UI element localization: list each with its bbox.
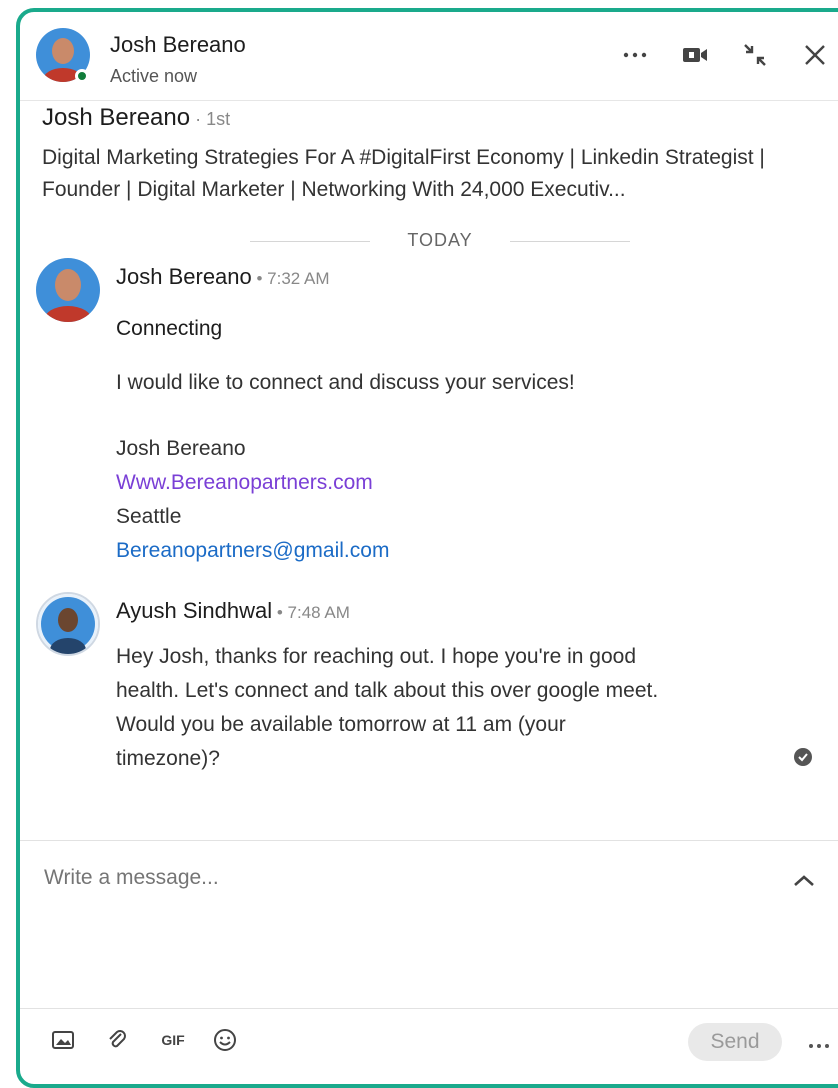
message-subject: Connecting (116, 317, 223, 340)
contact-status: Active now (110, 66, 198, 86)
online-status-dot (75, 69, 89, 83)
emoji-icon[interactable] (212, 1027, 238, 1053)
date-divider: TODAY (230, 230, 650, 252)
attachment-icon[interactable] (104, 1027, 130, 1053)
message-time: • 7:32 AM (251, 269, 330, 288)
message-time: • 7:48 AM (272, 603, 350, 622)
signature-website-link[interactable]: Www.Bereanopartners.com (116, 466, 736, 500)
message-input[interactable] (42, 865, 726, 891)
message-text-line: timezone)? (116, 747, 220, 770)
sender-name[interactable]: Ayush Sindhwal (116, 598, 272, 623)
message-text-line: Hey Josh, thanks for reaching out. I hop… (116, 645, 636, 668)
image-attach-icon[interactable] (50, 1027, 76, 1053)
chat-header[interactable]: Josh Bereano Active now (20, 12, 838, 101)
profile-name[interactable]: Josh Bereano (42, 104, 190, 131)
minimize-icon[interactable] (742, 42, 768, 68)
divider-line-right (510, 241, 630, 242)
send-button[interactable]: Send (688, 1023, 782, 1061)
message-header: Josh Bereano • 7:32 AM (116, 264, 330, 290)
sender-avatar[interactable] (36, 592, 100, 656)
signature-email-link[interactable]: Bereanopartners@gmail.com (116, 534, 736, 568)
message-body: Hey Josh, thanks for reaching out. I hop… (116, 640, 736, 776)
signature-city: Seattle (116, 505, 182, 528)
sender-name[interactable]: Josh Bereano (116, 264, 252, 289)
compose-toolbar: GIF Send (20, 1008, 838, 1079)
profile-card[interactable]: Josh Bereano · 1st Digital Marketing Str… (42, 104, 822, 206)
gif-icon[interactable]: GIF (156, 1027, 190, 1053)
compose-area[interactable] (20, 840, 838, 1011)
message-body: Connecting I would like to connect and d… (116, 312, 736, 568)
more-options-icon[interactable] (622, 42, 648, 68)
chat-window: Josh Bereano Active now Josh Bereano · 1… (16, 8, 838, 1088)
read-receipt-icon (794, 748, 812, 766)
close-icon[interactable] (802, 42, 828, 68)
expand-compose-icon[interactable] (792, 869, 816, 893)
connection-degree: · 1st (190, 109, 231, 129)
message-text-line: Would you be available tomorrow at 11 am… (116, 713, 566, 736)
sender-avatar[interactable] (36, 258, 100, 322)
profile-headline: Digital Marketing Strategies For A #Digi… (42, 146, 765, 201)
more-compose-options-icon[interactable] (808, 1029, 830, 1055)
message-text: I would like to connect and discuss your… (116, 371, 575, 394)
message-text-line: health. Let's connect and talk about thi… (116, 679, 659, 702)
signature-name: Josh Bereano (116, 437, 246, 460)
message-header: Ayush Sindhwal • 7:48 AM (116, 598, 350, 624)
contact-name[interactable]: Josh Bereano (110, 32, 246, 58)
video-call-icon[interactable] (682, 42, 708, 68)
